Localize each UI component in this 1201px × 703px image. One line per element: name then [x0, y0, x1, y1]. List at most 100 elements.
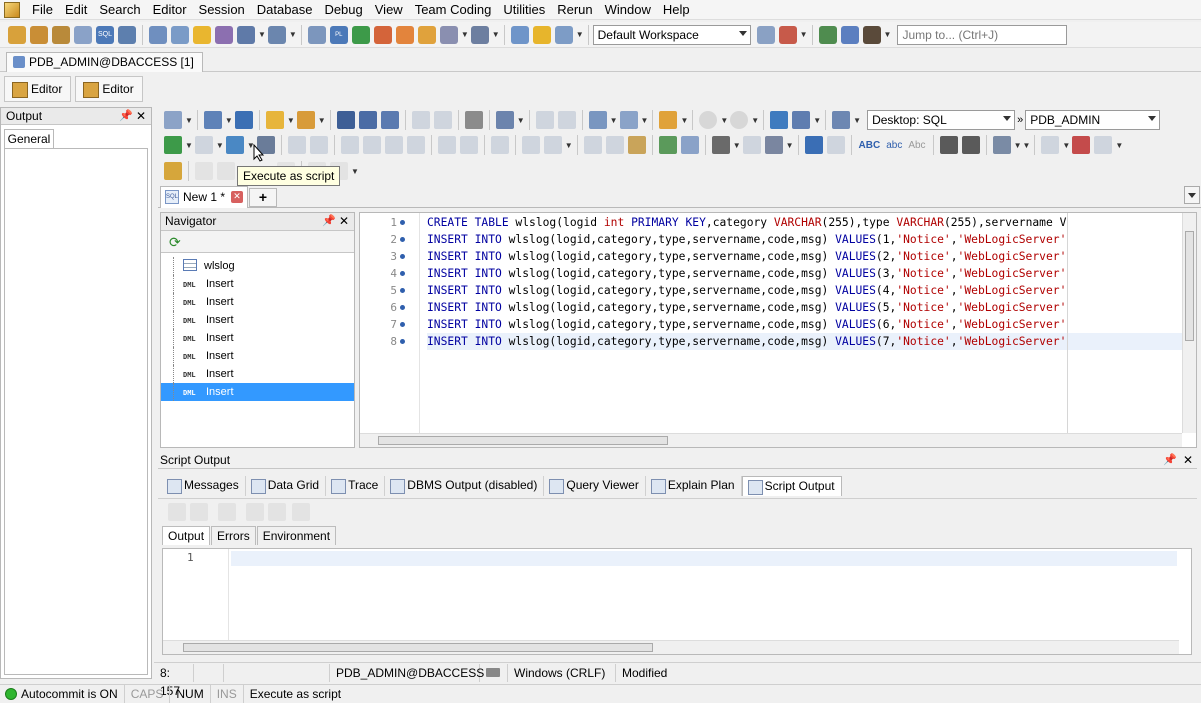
horizontal-scrollbar[interactable]	[163, 640, 1179, 654]
chevron-down-icon[interactable]: ▼	[565, 141, 573, 150]
tree-item-insert-selected[interactable]: DML Insert	[161, 383, 354, 401]
tab-menu-chevron-icon[interactable]	[1184, 186, 1200, 204]
output-text-area[interactable]: 1	[162, 548, 1192, 655]
chevron-down-icon[interactable]: ▼	[680, 116, 688, 125]
package-icon[interactable]	[52, 25, 70, 44]
unlock-icon[interactable]	[557, 111, 576, 129]
connection-tab[interactable]: PDB_ADMIN@DBACCESS [1]	[6, 52, 203, 72]
session-icon[interactable]	[215, 25, 233, 44]
tab-new-1[interactable]: SQL New 1 * ✕	[160, 186, 249, 208]
editor-button-1[interactable]: Editor	[4, 76, 72, 102]
export-icon[interactable]	[268, 503, 286, 521]
pin-icon[interactable]: 📌	[119, 108, 133, 124]
code-line[interactable]: INSERT INTO wlslog(logid,category,type,s…	[427, 248, 1066, 265]
menu-session[interactable]: Session	[193, 0, 251, 20]
database-icon[interactable]	[237, 25, 255, 44]
tab-dbms-output[interactable]: DBMS Output (disabled)	[385, 476, 545, 496]
menu-view[interactable]: View	[369, 0, 409, 20]
uppercase-icon[interactable]: ABC	[859, 140, 881, 151]
print-icon[interactable]	[464, 111, 483, 129]
clear-format-icon[interactable]	[680, 136, 699, 154]
case-icon[interactable]	[764, 136, 783, 154]
menu-help[interactable]: Help	[657, 0, 696, 20]
schema-browser-icon[interactable]	[74, 25, 92, 44]
export-icon[interactable]	[395, 25, 414, 44]
tab-query-viewer[interactable]: Query Viewer	[544, 476, 646, 496]
lowercase-icon[interactable]: abc	[886, 140, 902, 151]
pin-icon[interactable]: 📌	[1163, 452, 1177, 469]
scroll-thumb[interactable]	[378, 436, 668, 445]
lightning-icon[interactable]	[193, 25, 211, 44]
menu-team-coding[interactable]: Team Coding	[409, 0, 498, 20]
connect-icon[interactable]	[164, 111, 182, 129]
chevron-down-icon[interactable]: ▼	[733, 141, 741, 150]
desktop-select[interactable]: Desktop: SQL	[867, 110, 1016, 130]
tree-item-wlslog[interactable]: wlslog	[161, 257, 354, 275]
resume-icon[interactable]	[217, 162, 235, 180]
recent-icon[interactable]	[296, 111, 315, 129]
tab-general[interactable]: General	[4, 129, 54, 148]
editor-button-2[interactable]: Editor	[75, 76, 143, 102]
lock-icon[interactable]	[535, 111, 554, 129]
chevron-down-icon[interactable]: ▼	[800, 30, 808, 39]
save-icon[interactable]	[246, 503, 264, 521]
replace-icon[interactable]	[742, 136, 761, 154]
open-folder-icon[interactable]	[265, 111, 284, 129]
step-into-icon[interactable]	[362, 136, 381, 154]
menu-file[interactable]: File	[26, 0, 59, 20]
run-icon[interactable]	[351, 25, 370, 44]
tab-trace[interactable]: Trace	[326, 476, 386, 496]
tree-item-insert[interactable]: DML Insert	[161, 311, 354, 329]
paste-icon[interactable]	[627, 136, 646, 154]
plsql-recall-icon[interactable]	[792, 111, 811, 129]
chevron-down-icon[interactable]: ▼	[1115, 141, 1123, 150]
menu-debug[interactable]: Debug	[318, 0, 368, 20]
tab-explain-plan[interactable]: Explain Plan	[646, 476, 742, 496]
stop-icon[interactable]	[194, 136, 213, 154]
code-line[interactable]: INSERT INTO wlslog(logid,category,type,s…	[427, 282, 1066, 299]
report-icon[interactable]	[307, 25, 326, 44]
execute-as-script-icon[interactable]	[225, 136, 244, 154]
comment-icon[interactable]	[1041, 136, 1060, 154]
chevron-down-icon[interactable]: ▼	[813, 116, 821, 125]
templates-icon[interactable]	[992, 136, 1011, 154]
chevron-down-icon[interactable]: ▼	[1022, 141, 1030, 150]
close-icon[interactable]: ✕	[136, 108, 146, 124]
redo-icon[interactable]	[826, 136, 845, 154]
describe-icon[interactable]	[619, 111, 638, 129]
tools-icon[interactable]	[417, 25, 436, 44]
undo-icon[interactable]	[804, 136, 823, 154]
plsql-icon[interactable]: PL	[329, 25, 348, 44]
chevron-down-icon[interactable]: ▼	[351, 167, 359, 176]
window-icon[interactable]	[149, 25, 167, 44]
monitor-icon[interactable]	[171, 25, 189, 44]
pencil-icon[interactable]	[218, 503, 236, 521]
stop-record-icon[interactable]	[1072, 136, 1091, 154]
double-chevron-icon[interactable]: »	[1017, 114, 1023, 126]
grid-icon[interactable]	[118, 25, 136, 44]
import-icon[interactable]	[373, 25, 392, 44]
horizontal-scrollbar[interactable]	[360, 433, 1182, 447]
tree-item-insert[interactable]: DML Insert	[161, 293, 354, 311]
cut-icon[interactable]	[411, 111, 430, 129]
menu-utilities[interactable]: Utilities	[497, 0, 551, 20]
step-out-icon[interactable]	[406, 136, 425, 154]
add-tab-button[interactable]: +	[249, 188, 277, 207]
indent-icon[interactable]	[939, 136, 958, 154]
chevron-down-icon[interactable]: ▼	[185, 141, 193, 150]
vertical-scrollbar[interactable]	[1182, 213, 1196, 433]
schema-compare-icon[interactable]	[510, 25, 529, 44]
world-icon[interactable]	[818, 25, 837, 44]
tab-script-output[interactable]: Script Output	[741, 476, 842, 496]
wand-icon[interactable]	[470, 25, 489, 44]
rollback-icon[interactable]	[459, 136, 478, 154]
sql-editor[interactable]: 1 2 3 4 5 6 7 8 CREATE TABLE wlslog(logid int P…	[359, 212, 1197, 448]
explorer-icon[interactable]	[588, 111, 607, 129]
autocommit-status[interactable]: Autocommit is ON	[21, 684, 125, 703]
sql-icon[interactable]: SQL	[96, 25, 114, 44]
cut2-icon[interactable]	[583, 136, 602, 154]
print-icon[interactable]	[292, 503, 310, 521]
bind-icon[interactable]	[309, 136, 328, 154]
chevron-down-icon[interactable]: ▼	[751, 116, 759, 125]
chevron-down-icon[interactable]: ▼	[225, 116, 233, 125]
